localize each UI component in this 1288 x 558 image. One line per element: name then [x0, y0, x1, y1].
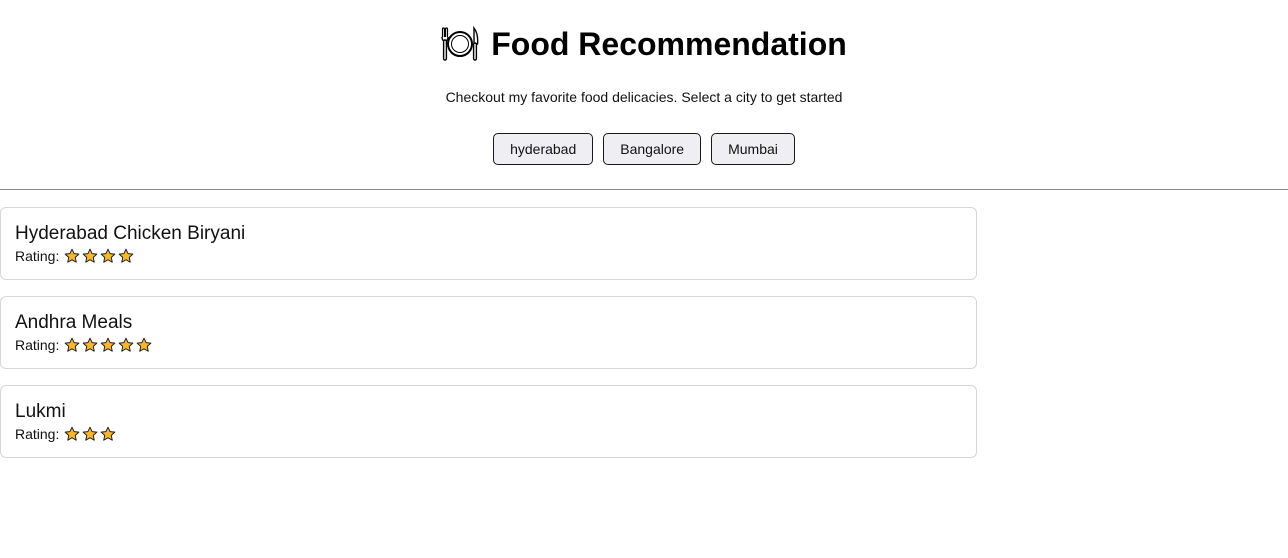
page-title: Food Recommendation [441, 24, 847, 64]
city-selector: hyderabad Bangalore Mumbai [0, 133, 1288, 165]
city-button-bangalore[interactable]: Bangalore [603, 133, 702, 165]
header: Food Recommendation Checkout my favorite… [0, 0, 1288, 165]
star-icon [101, 248, 116, 263]
food-list: Hyderabad Chicken Biryani Rating: Andhra… [0, 207, 977, 458]
star-icon [101, 426, 116, 441]
food-card: Andhra Meals Rating: [0, 296, 977, 369]
food-rating: Rating: [15, 247, 962, 265]
fork-plate-knife-icon [441, 25, 479, 61]
food-rating: Rating: [15, 336, 962, 354]
food-name: Andhra Meals [15, 312, 133, 333]
divider [0, 189, 1288, 190]
rating-label: Rating: [15, 337, 60, 353]
star-icon [119, 248, 134, 263]
food-card: Lukmi Rating: [0, 385, 977, 458]
star-icon [83, 248, 98, 263]
star-icon [65, 248, 80, 263]
subtitle: Checkout my favorite food delicacies. Se… [445, 89, 843, 105]
rating-label: Rating: [15, 248, 60, 264]
city-button-hyderabad[interactable]: hyderabad [493, 133, 594, 165]
rating-label: Rating: [15, 426, 60, 442]
star-icon [137, 337, 152, 352]
star-icon [83, 337, 98, 352]
star-icon [119, 337, 134, 352]
star-icon [65, 337, 80, 352]
star-icon [83, 426, 98, 441]
title-text: Food Recommendation [491, 26, 847, 62]
star-icon [101, 337, 116, 352]
food-name: Hyderabad Chicken Biryani [15, 223, 246, 244]
food-rating: Rating: [15, 425, 962, 443]
food-name: Lukmi [15, 401, 66, 422]
food-card: Hyderabad Chicken Biryani Rating: [0, 207, 977, 280]
city-button-mumbai[interactable]: Mumbai [711, 133, 795, 165]
star-icon [65, 426, 80, 441]
